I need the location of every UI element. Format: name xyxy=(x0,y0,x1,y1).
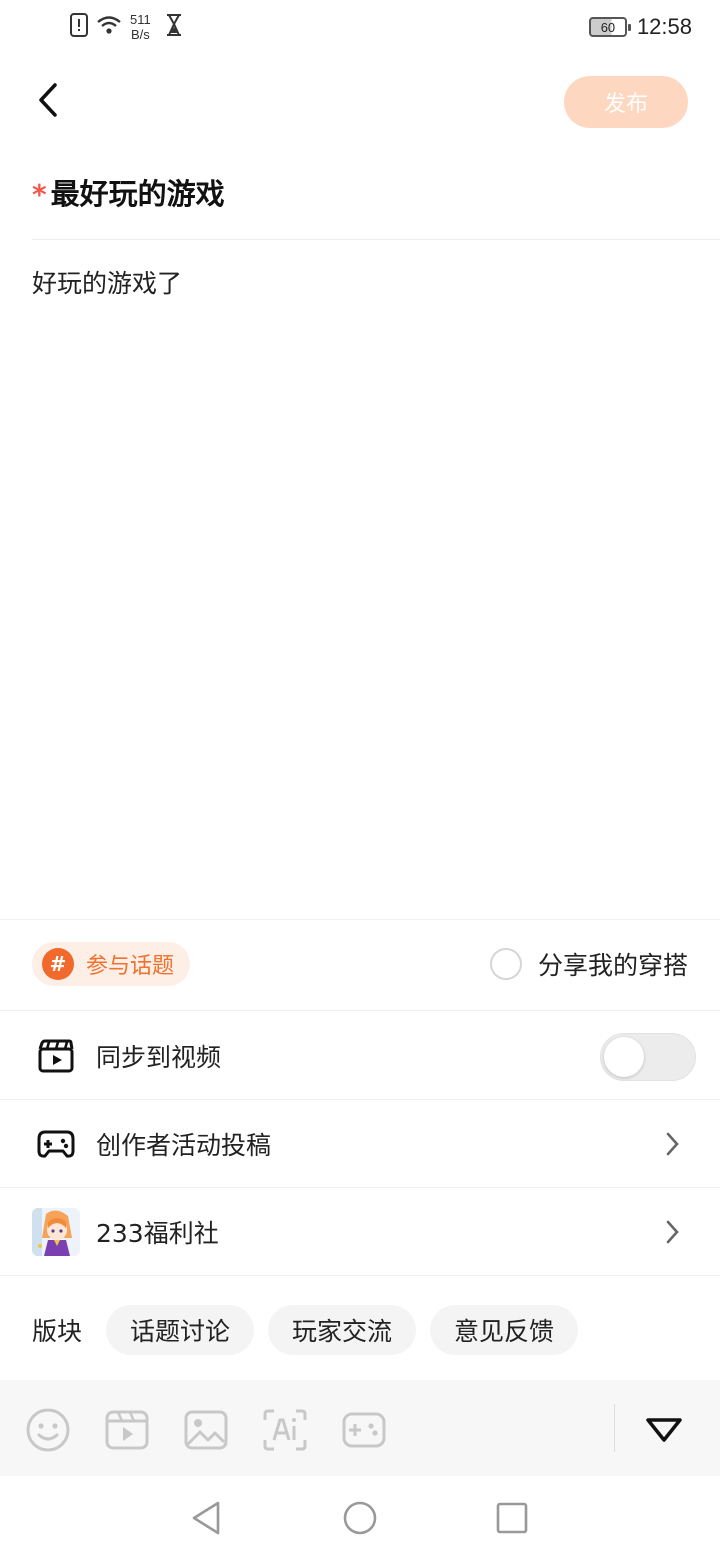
join-topic-button[interactable]: # 参与话题 xyxy=(32,942,191,986)
status-left: 511 B/s xyxy=(70,12,183,42)
section-chip-player-exchange[interactable]: 玩家交流 xyxy=(268,1305,417,1355)
welfare-avatar xyxy=(32,1208,80,1256)
post-title[interactable]: 最好玩的游戏 xyxy=(51,168,225,220)
battery-level: 60 xyxy=(600,19,616,35)
toggle-knob xyxy=(604,1037,644,1077)
sync-video-toggle[interactable] xyxy=(600,1033,696,1081)
share-outfit-label: 分享我的穿搭 xyxy=(537,951,688,980)
divider xyxy=(0,1010,720,1011)
sync-video-label: 同步到视频 xyxy=(96,1043,222,1072)
ai-icon[interactable] xyxy=(261,1406,309,1454)
welfare-row[interactable]: 233福利社 xyxy=(0,1188,720,1276)
sync-video-row: 同步到视频 xyxy=(0,1012,720,1100)
section-chip-topic-discussion[interactable]: 话题讨论 xyxy=(106,1305,255,1355)
chevron-right-icon xyxy=(662,1130,682,1158)
title-row[interactable]: * 最好玩的游戏 xyxy=(32,168,720,240)
clapperboard-icon xyxy=(36,1036,76,1076)
nav-home-icon[interactable] xyxy=(340,1498,380,1538)
game-icon[interactable] xyxy=(340,1406,388,1454)
clock: 12:58 xyxy=(636,14,692,39)
sim-alert-icon xyxy=(70,13,88,41)
gamepad-icon xyxy=(36,1124,76,1164)
net-speed-unit: B/s xyxy=(130,27,150,42)
collapse-icon[interactable] xyxy=(640,1406,688,1454)
back-button[interactable] xyxy=(28,80,68,124)
back-arrow-icon xyxy=(37,82,59,122)
section-selector: 版块 话题讨论 玩家交流 意见反馈 xyxy=(32,1304,579,1356)
emoji-icon[interactable] xyxy=(24,1406,72,1454)
system-nav-bar xyxy=(0,1476,720,1560)
chevron-right-icon xyxy=(662,1218,682,1246)
required-mark: * xyxy=(32,178,47,211)
image-icon[interactable] xyxy=(182,1406,230,1454)
hourglass-icon xyxy=(165,13,183,41)
wifi-icon xyxy=(96,14,122,40)
divider xyxy=(0,1275,720,1276)
welfare-label: 233福利社 xyxy=(96,1219,219,1248)
battery-icon: 60 xyxy=(588,17,631,37)
status-right: 60 12:58 xyxy=(588,14,692,40)
divider xyxy=(0,919,720,920)
toolbar-divider xyxy=(614,1404,615,1452)
video-icon[interactable] xyxy=(103,1406,151,1454)
publish-button[interactable]: 发布 xyxy=(564,76,688,128)
post-body[interactable]: 好玩的游戏了 xyxy=(32,264,182,304)
editor-toolbar xyxy=(0,1380,720,1476)
net-speed-value: 511 xyxy=(130,12,151,27)
creator-event-row[interactable]: 创作者活动投稿 xyxy=(0,1100,720,1188)
nav-back-icon[interactable] xyxy=(186,1498,226,1538)
creator-event-label: 创作者活动投稿 xyxy=(96,1131,272,1160)
share-outfit-option[interactable]: 分享我的穿搭 xyxy=(489,944,688,984)
title-divider xyxy=(32,239,720,240)
network-speed: 511 B/s xyxy=(130,12,151,42)
join-topic-label: 参与话题 xyxy=(86,954,175,979)
hashtag-icon: # xyxy=(42,948,74,980)
section-label: 版块 xyxy=(32,1317,83,1346)
nav-recents-icon[interactable] xyxy=(492,1498,532,1538)
share-outfit-radio[interactable] xyxy=(489,948,522,980)
section-chip-feedback[interactable]: 意见反馈 xyxy=(430,1305,579,1355)
status-bar: 511 B/s 60 12:58 xyxy=(0,0,720,56)
